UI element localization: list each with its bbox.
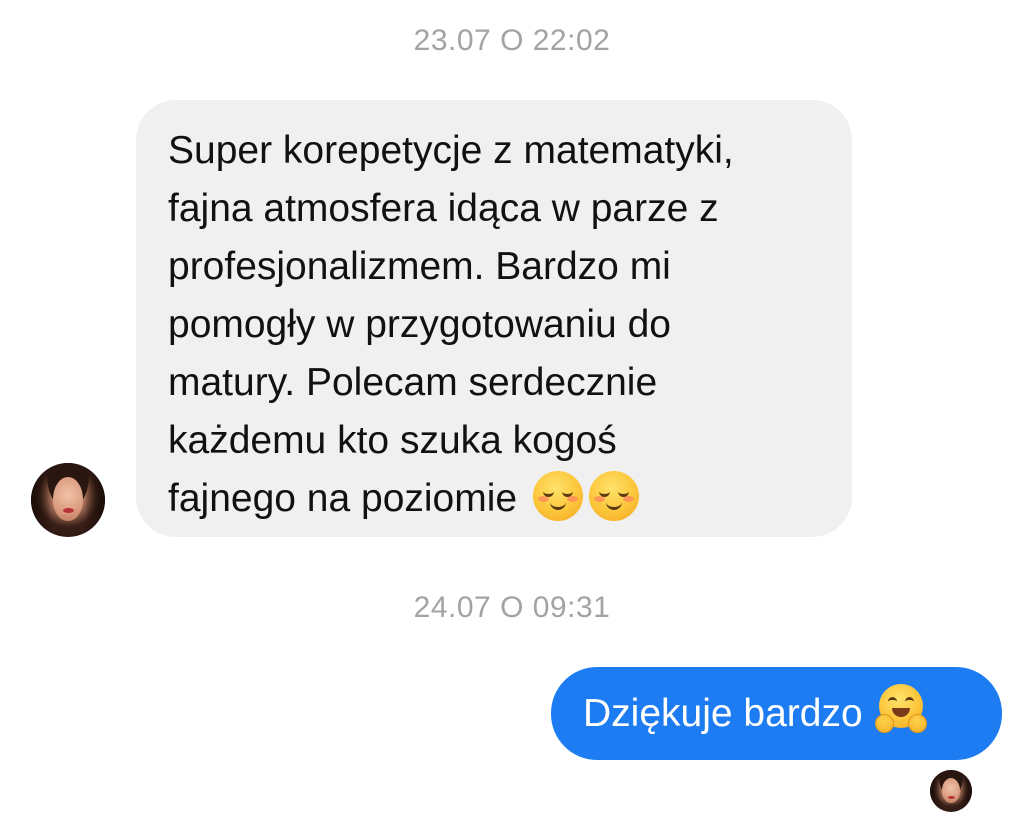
message-text-line: matury. Polecam serdecznie: [168, 361, 658, 404]
hugging-face-icon: [874, 684, 927, 734]
avatar-face: [942, 778, 960, 803]
read-receipt-avatar: [930, 770, 972, 812]
message-text-line: fajna atmosfera idąca w parze z: [168, 187, 719, 230]
smiling-face-icon: [589, 471, 640, 521]
avatar-lips: [63, 508, 74, 513]
message-text-line: pomogły w przygotowaniu do: [168, 303, 671, 346]
avatar-face: [53, 477, 83, 521]
message-text-line-last: fajnego na poziomie: [168, 470, 822, 528]
message-text-line: profesjonalizmem. Bardzo mi: [168, 245, 671, 288]
message-text-line: każdemu kto szuka kogoś: [168, 419, 617, 462]
sender-avatar[interactable]: [31, 463, 105, 537]
avatar-lips: [948, 796, 955, 799]
message-text-fragment: fajnego na poziomie: [168, 477, 518, 520]
incoming-message-bubble[interactable]: Super korepetycje z matematyki, fajna at…: [136, 100, 852, 537]
message-timestamp: 24.07 O 09:31: [413, 591, 611, 624]
message-timestamp: 23.07 O 22:02: [413, 24, 611, 57]
smiling-face-icon: [533, 471, 584, 521]
message-text: Dziękuje bardzo: [583, 692, 863, 735]
message-text-line: Super korepetycje z matematyki,: [168, 129, 734, 172]
outgoing-message-bubble[interactable]: Dziękuje bardzo: [551, 667, 1002, 760]
